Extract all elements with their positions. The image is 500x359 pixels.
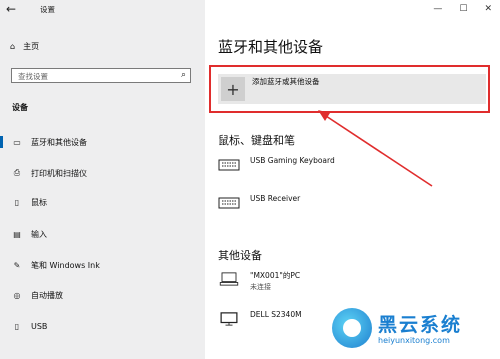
keyboard-icon — [218, 159, 240, 171]
section-heading-other-devices: 其他设备 — [218, 249, 262, 262]
device-row[interactable]: USB Receiver — [218, 194, 488, 222]
device-status: 未连接 — [250, 283, 271, 291]
section-heading-mouse-keyboard: 鼠标、键盘和笔 — [218, 134, 295, 147]
device-name: USB Gaming Keyboard — [250, 156, 335, 165]
watermark-logo: 黑云系统 heiyunxitong.com — [332, 308, 492, 356]
watermark-url: heiyunxitong.com — [378, 336, 450, 345]
device-name: DELL S2340M — [250, 310, 302, 319]
watermark-brand: 黑云系统 — [378, 314, 463, 336]
logo-icon — [332, 308, 372, 348]
keyboard-icon — [218, 197, 240, 209]
pc-icon — [219, 272, 239, 286]
device-name: "MX001"的PC — [250, 271, 301, 280]
device-name: USB Receiver — [250, 194, 301, 203]
device-row[interactable]: USB Gaming Keyboard — [218, 156, 488, 184]
device-row[interactable]: "MX001"的PC 未连接 — [218, 270, 488, 298]
monitor-icon — [220, 312, 238, 326]
